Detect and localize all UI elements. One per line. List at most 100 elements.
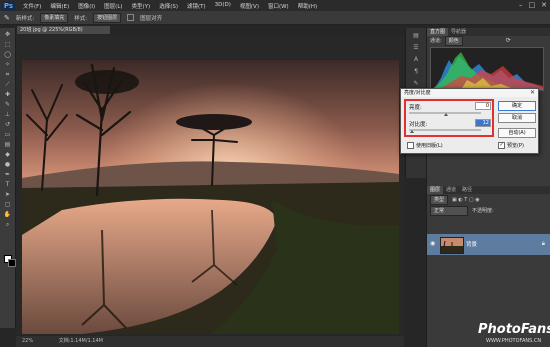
background-color-swatch[interactable] (8, 259, 16, 267)
path-select-tool-icon[interactable]: ➤ (2, 191, 13, 198)
blend-row: 正常 不透明度: (427, 205, 550, 216)
contrast-slider-thumb[interactable] (410, 130, 414, 133)
window-controls: – □ ✕ (519, 1, 547, 9)
menu-select[interactable]: 选择(S) (159, 2, 178, 10)
healing-tool-icon[interactable]: ✚ (2, 91, 13, 98)
menu-edit[interactable]: 编辑(E) (50, 2, 69, 10)
brush-icon[interactable]: ✎ (2, 101, 13, 108)
channel-label: 通道: (430, 38, 442, 44)
lasso-tool-icon[interactable]: ◯ (2, 51, 13, 58)
preview-label: 预览(P) (507, 143, 524, 149)
eraser-tool-icon[interactable]: ▭ (2, 131, 13, 138)
style-select[interactable]: 按钮图层 (93, 12, 122, 23)
menu-3d[interactable]: 3D(D) (215, 2, 231, 10)
align-label: 图层对齐 (140, 15, 163, 22)
close-icon[interactable]: ✕ (530, 89, 535, 97)
blur-tool-icon[interactable]: ◆ (2, 151, 13, 158)
history-brush-icon[interactable]: ↺ (2, 121, 13, 128)
minimize-icon[interactable]: – (519, 1, 523, 9)
watermark-url: WWW.PHOTOFANS.CN (486, 338, 542, 344)
brightness-slider-thumb[interactable] (444, 113, 448, 116)
auto-button[interactable]: 自动(A) (498, 128, 536, 138)
menu-image[interactable]: 图像(I) (78, 2, 95, 10)
layer-row-background[interactable]: ◉ 背景 🔒︎ (427, 234, 550, 255)
preview-checkbox-row[interactable]: ✓ 预览(P) (498, 142, 524, 149)
document-info: 文档:1.14M/1.14M (58, 338, 103, 344)
brightness-label: 亮度: (409, 105, 422, 111)
brightness-contrast-dialog: 亮度/对比度 ✕ 亮度: 0 对比度: 12 确定 取消 自动(A) 使用旧版(… (400, 88, 539, 154)
layers-tabs: 图层 通道 路径 (427, 186, 550, 194)
marquee-tool-icon[interactable]: ⬚ (2, 41, 13, 48)
menu-items: 文件(F) 编辑(E) 图像(I) 图层(L) 类型(Y) 选择(S) 滤镜(T… (23, 2, 317, 10)
menu-file[interactable]: 文件(F) (23, 2, 41, 10)
eyedropper-tool-icon[interactable]: ⟋ (2, 81, 13, 88)
move-tool-icon[interactable]: ✥ (2, 31, 13, 38)
contrast-slider[interactable] (409, 129, 481, 131)
cancel-button[interactable]: 取消 (498, 113, 536, 123)
options-bar: ✎ 新样式: 像素填充 样式: 按钮图层 图层对齐 (0, 11, 550, 25)
ok-button[interactable]: 确定 (498, 101, 536, 111)
hand-tool-icon[interactable]: ✋ (2, 211, 13, 218)
tab-layers[interactable]: 图层 (427, 186, 444, 194)
photofans-watermark: PhotoFans (478, 322, 550, 337)
history-panel-icon[interactable]: ▤ (411, 32, 421, 40)
thumbnail-image (441, 238, 463, 253)
brightness-input[interactable]: 0 (475, 102, 491, 110)
tab-channels[interactable]: 通道 (443, 186, 459, 194)
legacy-checkbox-row[interactable]: 使用旧版(L) (407, 142, 443, 149)
width-label: 新样式: (15, 15, 35, 22)
refresh-icon[interactable]: ⟳ (506, 37, 511, 44)
menu-filter[interactable]: 滤镜(T) (187, 2, 206, 10)
tools-panel: ✥ ⬚ ◯ ✧ ⌗ ⟋ ✚ ✎ ⊥ ↺ ▭ ▤ ◆ ● ✒ T ➤ ▢ ✋ ⌕ (0, 28, 16, 328)
properties-panel-icon[interactable]: ☰ (411, 44, 421, 52)
menu-bar: Ps 文件(F) 编辑(E) 图像(I) 图层(L) 类型(Y) 选择(S) 滤… (0, 0, 550, 11)
photoshop-logo: Ps (2, 0, 15, 11)
legacy-checkbox[interactable] (407, 142, 414, 149)
type-tool-icon[interactable]: T (2, 181, 13, 188)
histogram-graph (431, 52, 543, 90)
stamp-tool-icon[interactable]: ⊥ (2, 111, 13, 118)
layer-name: 背景 (466, 242, 478, 248)
document-image[interactable] (22, 60, 399, 334)
right-panels: 直方图 导航器 通道: 颜色 ⟳ 图层 通道 路径 类型 ▣ ◐ T ▢ ◉ 正… (426, 28, 550, 347)
channel-row: 通道: 颜色 ⟳ (427, 35, 550, 46)
blend-mode-select[interactable]: 正常 (430, 205, 468, 216)
menu-window[interactable]: 窗口(W) (268, 2, 289, 10)
zoom-tool-icon[interactable]: ⌕ (2, 221, 13, 228)
brush-panel-icon[interactable]: ✎ (411, 80, 421, 88)
close-icon[interactable]: ✕ (541, 1, 547, 9)
layer-thumbnail (440, 237, 464, 254)
lock-icon: 🔒︎ (541, 240, 545, 247)
sunset-lake-photo (22, 60, 399, 334)
shape-tool-icon[interactable]: ▢ (2, 201, 13, 208)
preview-checkbox[interactable]: ✓ (498, 142, 505, 149)
contrast-input[interactable]: 12 (475, 119, 491, 127)
menu-layer[interactable]: 图层(L) (104, 2, 122, 10)
menu-type[interactable]: 类型(Y) (132, 2, 151, 10)
quick-select-tool-icon[interactable]: ✧ (2, 61, 13, 68)
layer-kind-select[interactable]: 类型 (430, 194, 449, 205)
opacity-label: 不透明度: (472, 208, 494, 214)
menu-help[interactable]: 帮助(H) (298, 2, 317, 10)
zoom-level[interactable]: 22% (22, 338, 33, 344)
layer-filter-row: 类型 ▣ ◐ T ▢ ◉ (427, 194, 550, 205)
gradient-tool-icon[interactable]: ▤ (2, 141, 13, 148)
tab-paths[interactable]: 路径 (459, 186, 475, 194)
width-select[interactable]: 像素填充 (40, 12, 69, 23)
align-checkbox[interactable] (127, 14, 135, 21)
document-tab[interactable]: 20班 jpg @ 225%(RGB/8) (17, 26, 110, 34)
status-bar: 22% 文档:1.14M/1.14M (16, 336, 404, 347)
histogram (430, 47, 544, 91)
eye-icon[interactable]: ◉ (430, 240, 435, 247)
paragraph-panel-icon[interactable]: ¶ (411, 68, 421, 76)
channel-select[interactable]: 颜色 (444, 35, 463, 46)
maximize-icon[interactable]: □ (529, 1, 536, 9)
pen-tool-icon[interactable]: ✒ (2, 171, 13, 178)
crop-tool-icon[interactable]: ⌗ (2, 71, 13, 78)
menu-view[interactable]: 视图(V) (240, 2, 259, 10)
character-panel-icon[interactable]: A (411, 56, 421, 64)
dodge-tool-icon[interactable]: ● (2, 161, 13, 168)
brush-tool-icon[interactable]: ✎ (4, 14, 10, 22)
style-label: 样式: (74, 15, 88, 22)
contrast-label: 对比度: (409, 122, 428, 128)
